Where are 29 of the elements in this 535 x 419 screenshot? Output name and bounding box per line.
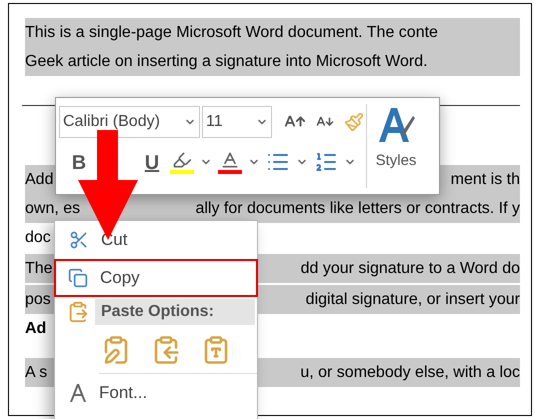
copy-icon bbox=[68, 268, 88, 288]
font-color-icon[interactable] bbox=[218, 150, 242, 174]
font-icon bbox=[69, 383, 87, 403]
document-text: ally for documents like letters or contracts. If y bbox=[195, 199, 520, 219]
bold-button[interactable]: B bbox=[67, 148, 91, 176]
document-text: This is a single-page Microsoft Word document. The conte bbox=[25, 23, 438, 43]
font-name-dropdown[interactable]: Calibri (Body) bbox=[59, 106, 200, 138]
numbering-icon[interactable] bbox=[314, 150, 338, 174]
document-text: pos bbox=[25, 290, 51, 310]
document-text: own, es bbox=[25, 199, 80, 219]
document-text: Add bbox=[25, 170, 54, 190]
document-text: The bbox=[25, 259, 53, 279]
menu-item[interactable]: Font... bbox=[55, 374, 257, 412]
underline-button[interactable]: U bbox=[140, 148, 164, 176]
document-text: doc bbox=[25, 228, 51, 248]
highlighter-icon[interactable] bbox=[170, 150, 194, 174]
paste-icon bbox=[67, 301, 89, 323]
document-text: A s bbox=[25, 363, 48, 383]
document-text: Ad bbox=[25, 319, 46, 339]
document-text: ment is th bbox=[450, 170, 520, 190]
document-text: Geek article on inserting a signature into Microsoft Word. bbox=[25, 52, 428, 72]
styles-button[interactable]: Styles bbox=[375, 104, 417, 172]
document-text: u, or somebody else, with a loc bbox=[300, 363, 520, 383]
scissors-icon bbox=[69, 230, 89, 250]
menu-section-header: Paste Options: bbox=[95, 299, 255, 325]
document-text: dd your signature to a Word do bbox=[300, 259, 520, 279]
document-text: digital signature, or insert your bbox=[306, 290, 520, 310]
menu-item[interactable]: Copy bbox=[54, 259, 258, 297]
font-size-dropdown[interactable]: 11 bbox=[202, 106, 272, 138]
